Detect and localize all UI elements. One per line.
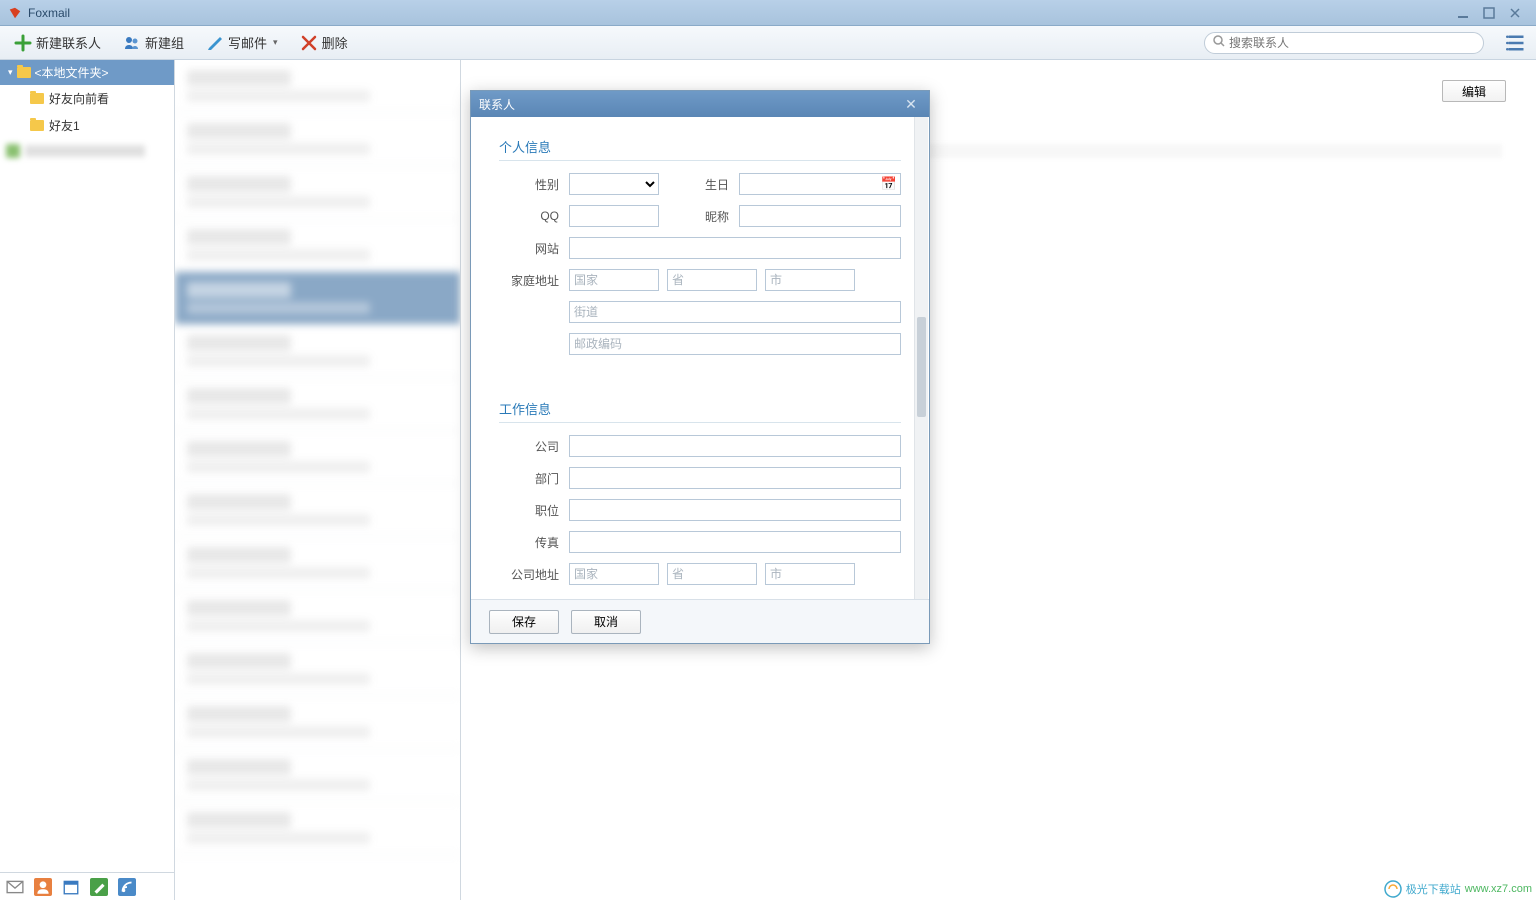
dialog-scrollbar[interactable] [914, 117, 928, 599]
edit-button[interactable]: 编辑 [1442, 80, 1506, 102]
website-input[interactable] [569, 237, 901, 259]
list-item[interactable] [175, 219, 460, 272]
label-fax: 传真 [499, 534, 569, 551]
folder-root[interactable]: <本地文件夹> [0, 60, 174, 85]
qq-input[interactable] [569, 205, 659, 227]
app-logo-icon [8, 6, 22, 20]
cancel-button[interactable]: 取消 [571, 610, 641, 634]
list-item[interactable] [175, 802, 460, 855]
search-input[interactable] [1229, 36, 1475, 50]
home-country-input[interactable] [569, 269, 659, 291]
nick-input[interactable] [739, 205, 901, 227]
label-birthday: 生日 [659, 176, 739, 193]
list-item[interactable] [175, 113, 460, 166]
close-button[interactable] [1502, 4, 1528, 22]
label-company: 公司 [499, 438, 569, 455]
label-department: 部门 [499, 470, 569, 487]
label-website: 网站 [499, 240, 569, 257]
contact-dialog: 联系人 ✕ 个人信息 性别 生日 📅 QQ 昵称 网站 家庭地址 [470, 90, 930, 644]
folder-item[interactable]: 好友1 [0, 112, 174, 139]
company-city-input[interactable] [765, 563, 855, 585]
maximize-button[interactable] [1476, 4, 1502, 22]
new-group-button[interactable]: 新建组 [119, 31, 188, 54]
company-province-input[interactable] [667, 563, 757, 585]
list-item[interactable] [175, 749, 460, 802]
new-contact-button[interactable]: 新建联系人 [10, 31, 105, 54]
titlebar: Foxmail [0, 0, 1536, 26]
minimize-button[interactable] [1450, 4, 1476, 22]
rss-icon[interactable] [118, 878, 136, 896]
label-company-addr: 公司地址 [499, 566, 569, 583]
label-nick: 昵称 [659, 208, 739, 225]
calendar-icon[interactable] [62, 878, 80, 896]
label-position: 职位 [499, 502, 569, 519]
list-item[interactable] [175, 60, 460, 113]
compose-button[interactable]: 写邮件 [202, 31, 282, 54]
search-icon [1213, 35, 1225, 50]
toolbar: 新建联系人 新建组 写邮件 删除 [0, 26, 1536, 60]
plus-icon [14, 34, 32, 52]
sidebar: <本地文件夹> 好友向前看 好友1 [0, 60, 175, 900]
group-icon [123, 34, 141, 52]
list-item[interactable] [175, 272, 460, 325]
notes-icon[interactable] [90, 878, 108, 896]
folder-item[interactable]: 好友向前看 [0, 85, 174, 112]
dialog-body: 个人信息 性别 生日 📅 QQ 昵称 网站 家庭地址 [471, 117, 929, 599]
list-item[interactable] [175, 431, 460, 484]
section-personal: 个人信息 [499, 137, 901, 161]
dialog-titlebar: 联系人 ✕ [471, 91, 929, 117]
company-input[interactable] [569, 435, 901, 457]
folder-icon [30, 120, 44, 131]
contact-list[interactable] [175, 60, 461, 900]
app-title: Foxmail [28, 6, 70, 20]
label-home-addr: 家庭地址 [499, 272, 569, 289]
dialog-title: 联系人 [479, 96, 515, 113]
label-gender: 性别 [499, 176, 569, 193]
birthday-input[interactable] [739, 173, 901, 195]
save-button[interactable]: 保存 [489, 610, 559, 634]
fax-input[interactable] [569, 531, 901, 553]
watermark: 极光下载站 www.xz7.com [1384, 880, 1532, 898]
position-input[interactable] [569, 499, 901, 521]
bottom-nav [0, 872, 174, 900]
list-item[interactable] [175, 325, 460, 378]
home-zip-input[interactable] [569, 333, 901, 355]
list-item[interactable] [175, 484, 460, 537]
department-input[interactable] [569, 467, 901, 489]
home-city-input[interactable] [765, 269, 855, 291]
list-item[interactable] [175, 166, 460, 219]
contacts-icon[interactable] [34, 878, 52, 896]
gender-select[interactable] [569, 173, 659, 195]
folder-icon [30, 93, 44, 104]
home-province-input[interactable] [667, 269, 757, 291]
list-item[interactable] [175, 643, 460, 696]
dialog-footer: 保存 取消 [471, 599, 929, 643]
folder-icon [17, 67, 31, 78]
company-country-input[interactable] [569, 563, 659, 585]
list-item[interactable] [175, 696, 460, 749]
label-qq: QQ [499, 209, 569, 223]
delete-icon [300, 34, 318, 52]
search-box[interactable] [1204, 32, 1484, 54]
list-item[interactable] [175, 590, 460, 643]
delete-button[interactable]: 删除 [296, 31, 352, 54]
account-item[interactable] [0, 139, 174, 163]
mail-icon[interactable] [6, 878, 24, 896]
compose-icon [206, 34, 224, 52]
account-icon [6, 144, 20, 158]
list-item[interactable] [175, 378, 460, 431]
list-view-button[interactable] [1506, 33, 1526, 53]
section-work: 工作信息 [499, 399, 901, 423]
dialog-close-button[interactable]: ✕ [901, 94, 921, 114]
list-item[interactable] [175, 537, 460, 590]
home-street-input[interactable] [569, 301, 901, 323]
